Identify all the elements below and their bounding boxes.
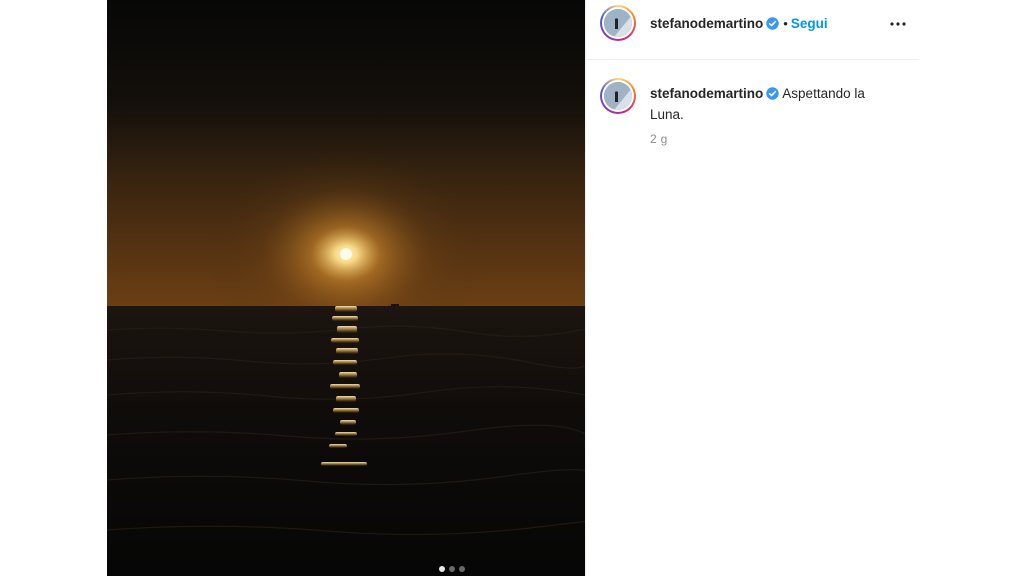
post-viewer: stefanodemartino • Segui stefanodemartin…: [0, 0, 1024, 576]
carousel-dot-active: [439, 566, 445, 572]
post-header: stefanodemartino • Segui: [586, 0, 919, 60]
avatar-image: [604, 82, 632, 110]
post-caption: stefanodemartino Aspettando la Luna.: [650, 84, 900, 124]
caption-avatar[interactable]: [600, 78, 636, 114]
carousel-dot: [459, 566, 465, 572]
more-options-button[interactable]: [886, 14, 910, 34]
sunset-over-sea-image: [107, 0, 585, 576]
verified-badge-icon: [766, 17, 779, 35]
caption-username-link[interactable]: stefanodemartino: [650, 86, 763, 101]
avatar-image: [604, 9, 632, 37]
carousel-dot: [449, 566, 455, 572]
follow-button[interactable]: Segui: [791, 16, 828, 31]
username-link[interactable]: stefanodemartino: [650, 16, 763, 31]
more-options-icon: [890, 22, 906, 26]
post-photo[interactable]: [107, 0, 585, 576]
post-timestamp[interactable]: 2 g: [650, 132, 668, 146]
separator-dot: •: [783, 16, 788, 31]
avatar[interactable]: [600, 5, 636, 41]
carousel-indicator: [439, 566, 465, 572]
verified-badge-icon: [766, 86, 779, 105]
post-side-panel: stefanodemartino • Segui stefanodemartin…: [585, 0, 919, 576]
